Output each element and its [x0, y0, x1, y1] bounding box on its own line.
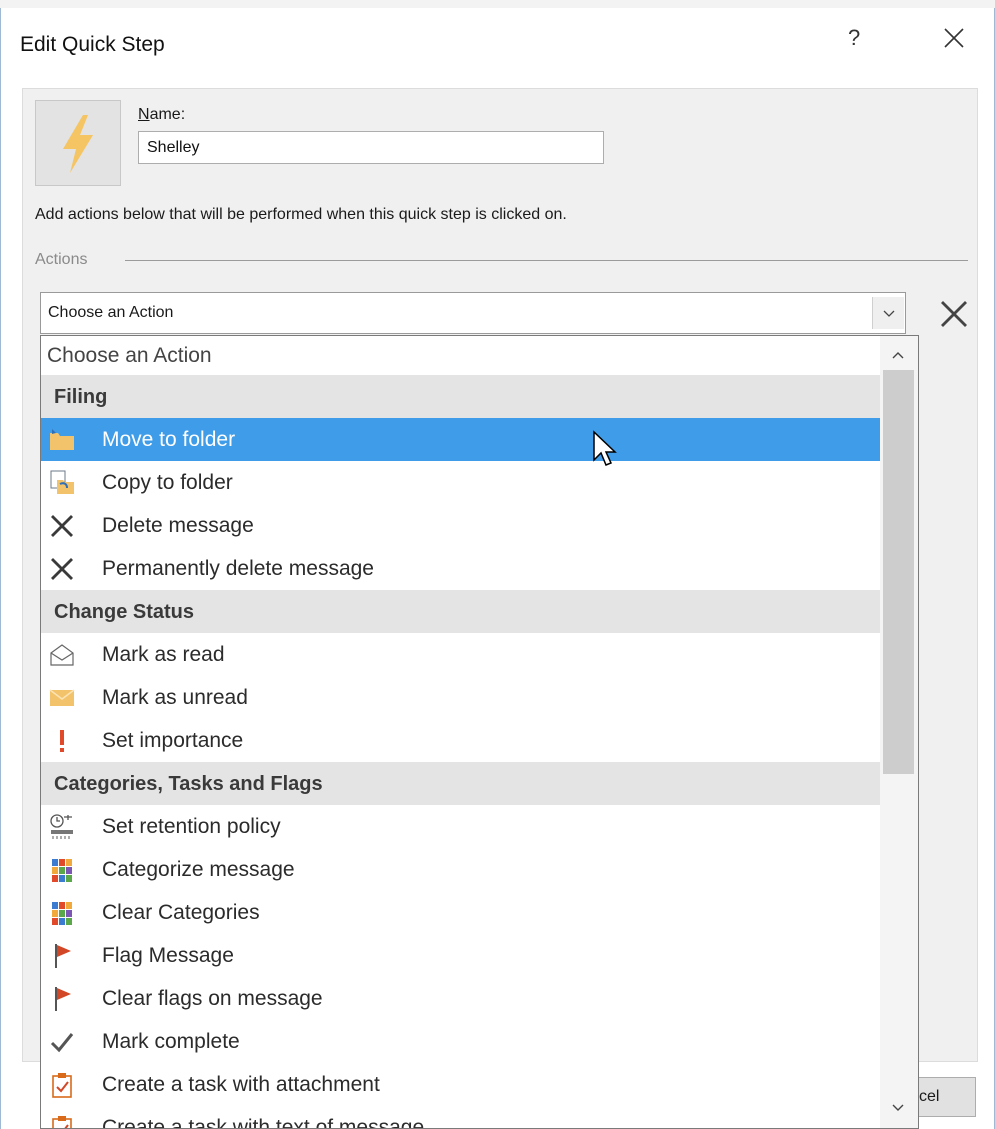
dropdown-item-choose-an-action[interactable]: Choose an Action	[41, 336, 881, 375]
dropdown-item-copy-to-folder[interactable]: Copy to folder	[41, 461, 881, 504]
delete-x-icon	[49, 513, 75, 539]
dropdown-item-label: Flag Message	[102, 944, 234, 967]
name-input[interactable]	[138, 131, 604, 164]
dropdown-item-label: Choose an Action	[47, 344, 212, 367]
mouse-cursor-icon	[593, 430, 617, 466]
dropdown-item-clear-flags-on-message[interactable]: Clear flags on message	[41, 977, 881, 1020]
chevron-down-icon	[883, 310, 895, 317]
dropdown-item-label: Set retention policy	[102, 815, 281, 838]
action-dropdown-list: Choose an Action Filing Move to folder Copy…	[40, 335, 919, 1129]
dropdown-item-label: Mark complete	[102, 1030, 240, 1053]
dropdown-item-label: Filing	[54, 386, 108, 408]
folder-move-icon	[49, 427, 75, 453]
delete-x-icon	[49, 556, 75, 582]
checkmark-icon	[49, 1029, 75, 1055]
dropdown-item-set-importance[interactable]: Set importance	[41, 719, 881, 762]
dropdown-item-label: Move to folder	[102, 428, 236, 451]
instruction-text: Add actions below that will be performed…	[35, 206, 567, 223]
actions-group-label: Actions	[35, 251, 88, 268]
dropdown-item-label: Create a task with attachment	[102, 1073, 380, 1096]
dropdown-item-label: Mark as read	[102, 643, 225, 666]
dropdown-item-delete-message[interactable]: Delete message	[41, 504, 881, 547]
dropdown-item-label: Clear flags on message	[102, 987, 323, 1010]
dropdown-item-mark-as-read[interactable]: Mark as read	[41, 633, 881, 676]
exclamation-icon	[49, 728, 75, 754]
red-flag-icon	[49, 943, 75, 969]
combobox-dropdown-button[interactable]	[872, 297, 904, 329]
red-flag-icon	[49, 986, 75, 1012]
dropdown-item-label: Copy to folder	[102, 471, 233, 494]
task-clipboard-icon	[49, 1072, 75, 1098]
dropdown-item-label: Permanently delete message	[102, 557, 374, 580]
dropdown-item-label: Create a task with text of message	[102, 1116, 425, 1129]
dropdown-item-permanently-delete-message[interactable]: Permanently delete message	[41, 547, 881, 590]
retention-clock-icon	[49, 814, 75, 840]
actions-divider	[125, 260, 968, 261]
dropdown-item-mark-as-unread[interactable]: Mark as unread	[41, 676, 881, 719]
name-label: Name:	[138, 106, 186, 123]
dropdown-item-label: Mark as unread	[102, 686, 248, 709]
scroll-up-arrow-icon[interactable]	[887, 345, 909, 367]
dropdown-item-label: Change Status	[54, 601, 195, 623]
dropdown-item-label: Set importance	[102, 729, 244, 752]
dropdown-item-create-a-task-with-attachment[interactable]: Create a task with attachment	[41, 1063, 881, 1106]
open-envelope-icon	[49, 642, 75, 668]
dropdown-item-flag-message[interactable]: Flag Message	[41, 934, 881, 977]
dropdown-item-label: Clear Categories	[102, 901, 260, 924]
quick-step-icon-button[interactable]	[35, 100, 121, 186]
scrollbar-thumb[interactable]	[883, 370, 914, 774]
folder-copy-icon	[49, 470, 75, 496]
dialog-title: Edit Quick Step	[20, 33, 165, 56]
group-header-filing: Filing	[41, 375, 881, 418]
dropdown-item-set-retention-policy[interactable]: Set retention policy	[41, 805, 881, 848]
category-grid-icon	[49, 857, 75, 883]
group-header-change-status: Change Status	[41, 590, 881, 633]
lightning-bolt-icon	[63, 115, 93, 173]
dropdown-item-label: Delete message	[102, 514, 254, 537]
task-clipboard-icon	[49, 1115, 75, 1128]
closed-envelope-icon	[49, 685, 75, 711]
dropdown-item-clear-categories[interactable]: Clear Categories	[41, 891, 881, 934]
dropdown-item-label: Categories, Tasks and Flags	[54, 773, 323, 795]
dropdown-item-create-a-task-with-text-of-message[interactable]: Create a task with text of message	[41, 1106, 881, 1129]
close-icon[interactable]	[938, 22, 970, 54]
scroll-down-arrow-icon[interactable]	[887, 1096, 909, 1118]
dropdown-item-mark-complete[interactable]: Mark complete	[41, 1020, 881, 1063]
category-grid-icon	[49, 900, 75, 926]
action-combobox-value: Choose an Action	[48, 304, 174, 321]
dropdown-item-move-to-folder[interactable]: Move to folder	[41, 418, 881, 461]
dropdown-item-categorize-message[interactable]: Categorize message	[41, 848, 881, 891]
group-header-categories-tasks-and-flags: Categories, Tasks and Flags	[41, 762, 881, 805]
help-button[interactable]: ?	[848, 25, 860, 51]
remove-action-icon[interactable]	[934, 294, 974, 334]
dropdown-item-label: Categorize message	[102, 858, 295, 881]
